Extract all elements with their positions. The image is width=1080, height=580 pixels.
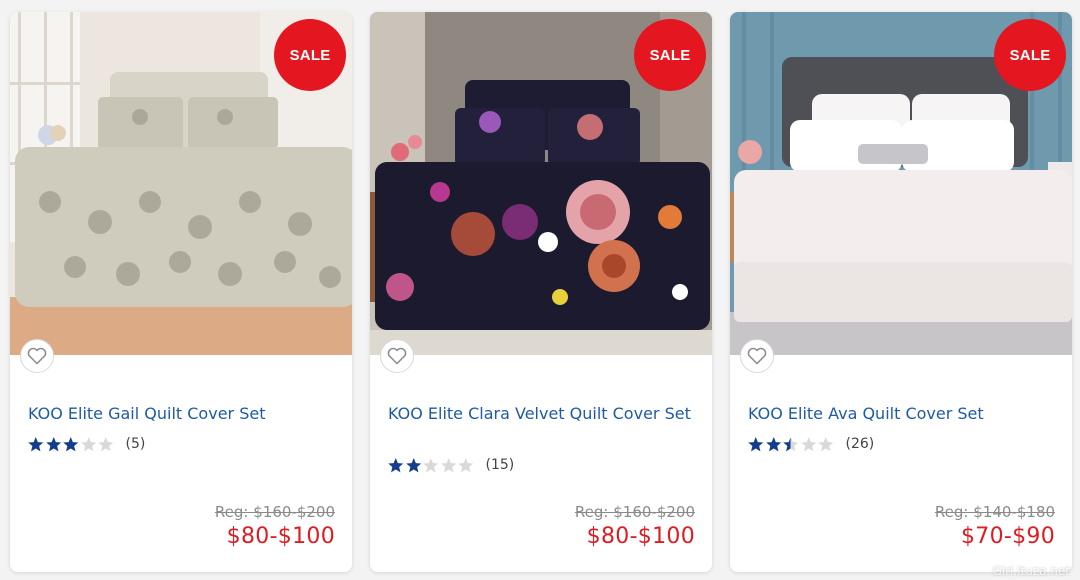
star-icon [783, 436, 799, 451]
star-rating: (26) [747, 435, 874, 453]
regular-price: Reg: $140-$180 [934, 503, 1055, 521]
star-icon [405, 457, 421, 472]
star-icon [63, 436, 79, 451]
product-title-link[interactable]: KOO Elite Clara Velvet Quilt Cover Set [388, 403, 698, 424]
star-icon [440, 457, 456, 472]
star-icon [388, 457, 404, 472]
product-card[interactable]: SALE KOO Elite Gail Quilt Cover Set (5) … [10, 12, 352, 572]
regular-price: Reg: $160-$200 [214, 503, 335, 521]
stars [747, 436, 835, 453]
sale-price: $80-$100 [226, 524, 335, 549]
sale-badge: SALE [994, 19, 1066, 91]
favorite-heart-icon[interactable] [20, 339, 54, 373]
star-icon [765, 436, 781, 451]
review-count: (26) [845, 436, 875, 452]
stars [387, 457, 475, 474]
star-icon [800, 436, 816, 451]
sale-price: $80-$100 [586, 524, 695, 549]
sale-badge: SALE [634, 19, 706, 91]
stars [27, 436, 115, 453]
favorite-heart-icon[interactable] [380, 339, 414, 373]
product-card[interactable]: SALE KOO Elite Ava Quilt Cover Set (26) … [730, 12, 1072, 572]
star-icon [80, 436, 96, 451]
product-card[interactable]: SALE KOO Elite Clara Velvet Quilt Cover … [370, 12, 712, 572]
star-icon [458, 457, 474, 472]
sale-price: $70-$90 [960, 524, 1055, 549]
star-rating: (15) [387, 456, 514, 474]
star-icon [423, 457, 439, 472]
star-icon [818, 436, 834, 451]
star-icon [98, 436, 114, 451]
product-title-link[interactable]: KOO Elite Ava Quilt Cover Set [748, 403, 1058, 424]
star-icon [748, 436, 764, 451]
sale-badge: SALE [274, 19, 346, 91]
review-count: (5) [125, 436, 146, 452]
watermark: Girl.ituza.net [992, 564, 1070, 578]
favorite-heart-icon[interactable] [740, 339, 774, 373]
product-title-link[interactable]: KOO Elite Gail Quilt Cover Set [28, 403, 338, 424]
star-rating: (5) [27, 435, 145, 453]
review-count: (15) [485, 457, 515, 473]
star-icon [28, 436, 44, 451]
star-icon [45, 436, 61, 451]
regular-price: Reg: $160-$200 [574, 503, 695, 521]
